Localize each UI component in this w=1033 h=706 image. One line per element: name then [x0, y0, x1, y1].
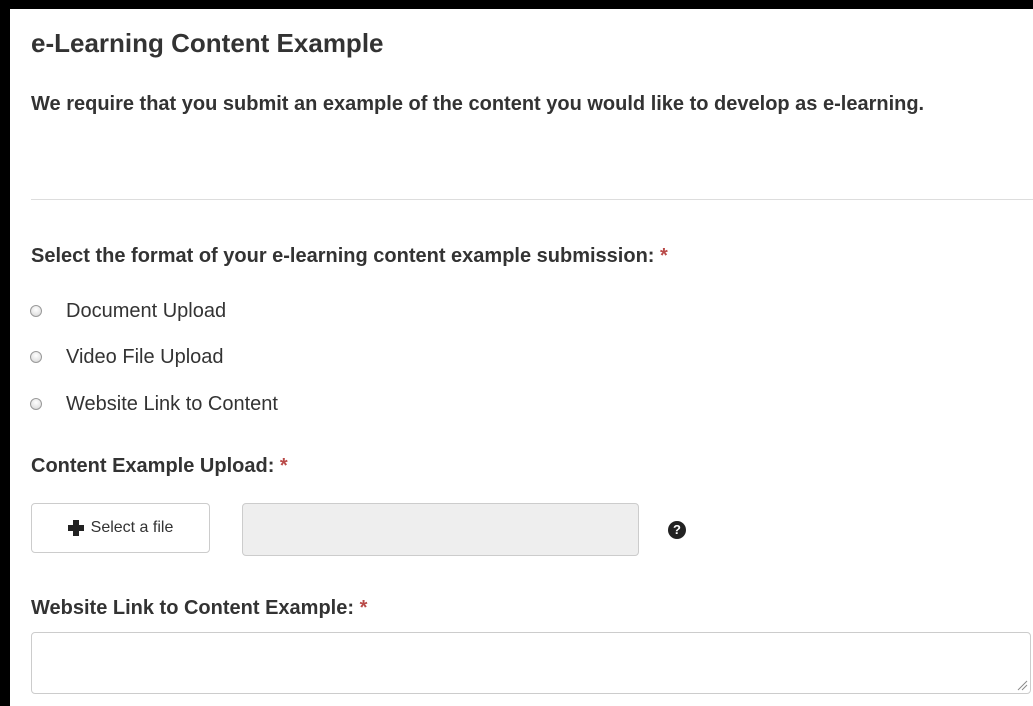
file-path-field[interactable]: [242, 503, 639, 556]
radio-label-video-file-upload: Video File Upload: [66, 346, 224, 368]
plus-icon: [67, 520, 84, 536]
select-file-button[interactable]: Select a file: [31, 503, 210, 553]
format-question-text: Select the format of your e-learning con…: [31, 245, 655, 267]
radio-button-icon[interactable]: [30, 398, 42, 410]
link-field-text: Website Link to Content Example:: [31, 597, 354, 619]
select-file-label: Select a file: [90, 519, 174, 536]
link-field-label: Website Link to Content Example: *: [31, 596, 367, 620]
section-divider: [31, 199, 1033, 200]
required-asterisk: *: [359, 597, 368, 619]
section-intro: We require that you submit an example of…: [31, 93, 925, 115]
link-textarea-wrapper: [31, 632, 1031, 694]
radio-button-icon[interactable]: [30, 351, 42, 363]
question-circle-icon[interactable]: ?: [668, 521, 686, 539]
upload-field-text: Content Example Upload:: [31, 455, 275, 477]
form-panel: e-Learning Content Example We require th…: [10, 9, 1033, 706]
required-asterisk: *: [660, 245, 668, 267]
required-asterisk: *: [279, 455, 288, 477]
radio-video-file-upload[interactable]: Video File Upload: [30, 345, 224, 369]
section-title: e-Learning Content Example: [31, 28, 384, 58]
radio-label-website-link: Website Link to Content: [66, 393, 278, 415]
radio-website-link[interactable]: Website Link to Content: [30, 392, 278, 416]
radio-button-icon[interactable]: [30, 305, 42, 317]
website-link-textarea[interactable]: [31, 632, 1031, 694]
upload-field-label: Content Example Upload: *: [31, 454, 288, 478]
radio-document-upload[interactable]: Document Upload: [30, 299, 226, 323]
resize-grip-icon[interactable]: [1016, 679, 1028, 691]
format-question-label: Select the format of your e-learning con…: [31, 244, 668, 268]
radio-label-document-upload: Document Upload: [66, 300, 227, 322]
